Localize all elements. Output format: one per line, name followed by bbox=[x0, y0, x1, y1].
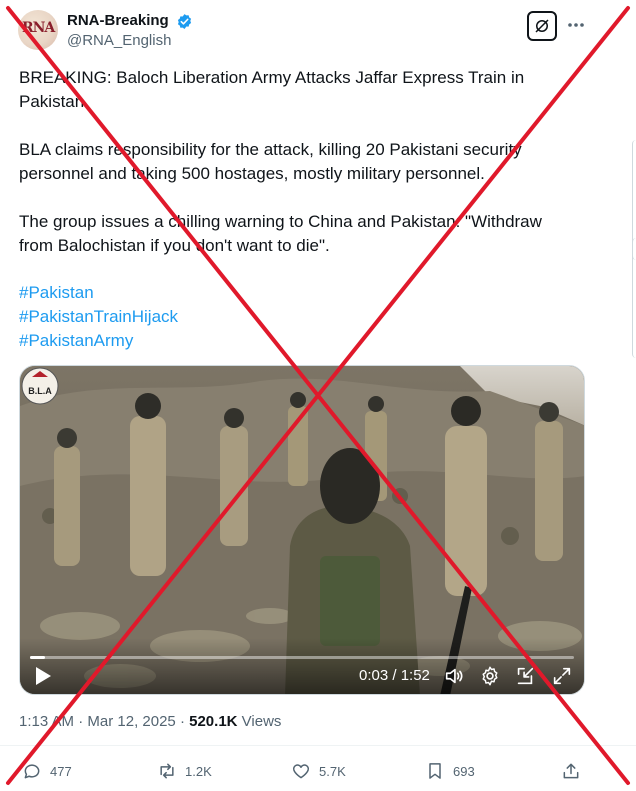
like-button[interactable]: 5.7K bbox=[291, 761, 346, 781]
like-icon bbox=[292, 764, 310, 779]
like-count: 5.7K bbox=[319, 763, 346, 779]
exit-icon[interactable] bbox=[514, 665, 536, 687]
avatar-logo-text: RNA bbox=[22, 20, 55, 36]
verified-icon bbox=[177, 14, 192, 29]
hashtag-link[interactable]: #Pakistan bbox=[19, 281, 178, 305]
divider bbox=[0, 745, 636, 746]
bla-logo-text: B.L.A bbox=[28, 386, 52, 396]
share-icon bbox=[563, 763, 579, 779]
reply-button[interactable]: 477 bbox=[22, 761, 72, 781]
play-icon[interactable] bbox=[34, 666, 52, 686]
adjacent-card-edge bbox=[632, 238, 636, 358]
fullscreen-icon[interactable] bbox=[551, 665, 573, 687]
tweet-paragraph: BLA claims responsibility for the attack… bbox=[19, 140, 522, 183]
tweet-paragraph: The group issues a chilling warning to C… bbox=[19, 212, 542, 255]
video-player[interactable]: B.L.A 0:03 / 1:52 bbox=[19, 365, 585, 695]
hashtag-link[interactable]: #PakistanTrainHijack bbox=[19, 305, 178, 329]
repost-button[interactable]: 1.2K bbox=[157, 761, 212, 781]
video-controls: 0:03 / 1:52 bbox=[20, 638, 584, 694]
progress-fill bbox=[30, 656, 45, 659]
reply-icon bbox=[24, 764, 40, 779]
bookmark-icon bbox=[429, 763, 441, 779]
more-icon[interactable] bbox=[566, 15, 586, 35]
tweet-date[interactable]: Mar 12, 2025 bbox=[87, 713, 175, 730]
tweet-card: RNA RNA-Breaking @RNA_English BREAKING: … bbox=[0, 0, 636, 791]
tweet-body: BREAKING: Baloch Liberation Army Attacks… bbox=[19, 66, 579, 282]
grok-icon[interactable] bbox=[527, 11, 557, 41]
author-handle[interactable]: @RNA_English bbox=[67, 32, 171, 49]
avatar[interactable]: RNA bbox=[18, 10, 58, 50]
settings-icon[interactable] bbox=[479, 665, 501, 687]
bookmark-button[interactable]: 693 bbox=[425, 761, 475, 781]
views-count: 520.1K bbox=[189, 713, 238, 730]
tweet-time[interactable]: 1:13 AM bbox=[19, 713, 74, 730]
repost-count: 1.2K bbox=[185, 763, 212, 779]
video-time: 0:03 / 1:52 bbox=[359, 667, 430, 684]
tweet-paragraph: BREAKING: Baloch Liberation Army Attacks… bbox=[19, 68, 525, 111]
hashtag-list: #Pakistan #PakistanTrainHijack #Pakistan… bbox=[19, 281, 178, 353]
meta-separator: · bbox=[78, 713, 84, 730]
share-button[interactable] bbox=[561, 761, 589, 781]
views-label: Views bbox=[241, 713, 282, 730]
meta-separator: · bbox=[179, 713, 185, 730]
hashtag-link[interactable]: #PakistanArmy bbox=[19, 329, 178, 353]
bla-logo: B.L.A bbox=[21, 367, 59, 405]
tweet-meta: 1:13 AM · Mar 12, 2025 · 520.1K Views bbox=[19, 713, 281, 730]
repost-icon bbox=[160, 763, 174, 779]
bookmark-count: 693 bbox=[453, 763, 475, 779]
progress-bar[interactable] bbox=[30, 656, 574, 659]
action-bar: 477 1.2K 5.7K 693 bbox=[0, 757, 636, 787]
author-display-name[interactable]: RNA-Breaking bbox=[67, 12, 169, 29]
reply-count: 477 bbox=[50, 763, 72, 779]
volume-icon[interactable] bbox=[443, 665, 465, 687]
